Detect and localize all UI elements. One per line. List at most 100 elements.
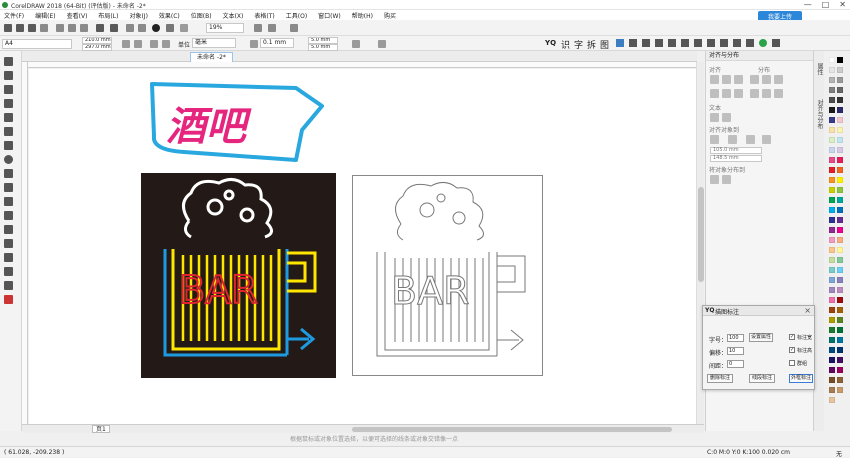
menu-table[interactable]: 表格(T) bbox=[254, 11, 274, 20]
plugin-image[interactable]: 图 bbox=[600, 38, 609, 51]
palette-swatch[interactable] bbox=[837, 157, 843, 163]
menu-object[interactable]: 对象(J) bbox=[129, 11, 147, 20]
page-size-select[interactable]: A4 bbox=[2, 39, 72, 49]
page-border-icon[interactable] bbox=[352, 40, 360, 48]
palette-swatch[interactable] bbox=[829, 107, 835, 113]
eyedropper-tool-icon[interactable] bbox=[4, 253, 13, 262]
grid-icon[interactable] bbox=[720, 39, 728, 47]
palette-swatch[interactable] bbox=[837, 267, 843, 273]
import-icon[interactable] bbox=[126, 24, 134, 32]
horizontal-scroll-thumb[interactable] bbox=[352, 427, 672, 432]
align-to-grid-button[interactable] bbox=[762, 135, 771, 144]
align-center-icon[interactable] bbox=[629, 39, 637, 47]
palette-swatch[interactable] bbox=[829, 57, 835, 63]
transparency-tool-icon[interactable] bbox=[4, 239, 13, 248]
current-page-icon[interactable] bbox=[162, 40, 170, 48]
print-icon[interactable] bbox=[40, 24, 48, 32]
palette-swatch[interactable] bbox=[837, 377, 843, 383]
neon-beer-artwork[interactable]: BAR bbox=[141, 173, 336, 378]
outline-pen-icon[interactable] bbox=[4, 295, 13, 304]
landscape-icon[interactable] bbox=[134, 40, 142, 48]
palette-swatch[interactable] bbox=[829, 77, 835, 83]
font-size-input[interactable]: 100 bbox=[727, 334, 744, 342]
parallel-dimension-icon[interactable] bbox=[4, 197, 13, 206]
open-icon[interactable] bbox=[16, 24, 24, 32]
smart-fill-icon[interactable] bbox=[4, 281, 13, 290]
palette-swatch[interactable] bbox=[837, 257, 843, 263]
side-tab-properties[interactable]: 属性 bbox=[815, 63, 824, 75]
freehand-tool-icon[interactable] bbox=[4, 113, 13, 122]
palette-swatch[interactable] bbox=[829, 397, 835, 403]
plugin-green-icon[interactable] bbox=[759, 39, 767, 47]
shape-tool-icon[interactable] bbox=[4, 71, 13, 80]
palette-swatch[interactable] bbox=[829, 287, 835, 293]
palette-swatch[interactable] bbox=[837, 307, 843, 313]
menu-tools[interactable]: 工具(O) bbox=[286, 11, 307, 20]
delete-dimension-button[interactable]: 删除标注 bbox=[707, 374, 733, 383]
palette-swatch[interactable] bbox=[829, 267, 835, 273]
align-right-button[interactable] bbox=[734, 75, 743, 84]
copy-icon[interactable] bbox=[68, 24, 76, 32]
palette-swatch[interactable] bbox=[837, 347, 843, 353]
palette-swatch[interactable] bbox=[829, 227, 835, 233]
distribute-left-button[interactable] bbox=[710, 89, 719, 98]
align-vcenter-button[interactable] bbox=[762, 75, 771, 84]
menu-bitmaps[interactable]: 位图(B) bbox=[191, 11, 212, 20]
yq-plugin-label[interactable]: YQ bbox=[545, 39, 556, 47]
pick-tool-icon[interactable] bbox=[4, 57, 13, 66]
palette-swatch[interactable] bbox=[829, 307, 835, 313]
palette-swatch[interactable] bbox=[829, 327, 835, 333]
plugin-text[interactable]: 字 bbox=[574, 38, 583, 51]
palette-swatch[interactable] bbox=[837, 277, 843, 283]
menu-text[interactable]: 文本(X) bbox=[223, 11, 244, 20]
units-select[interactable]: 毫米 bbox=[192, 38, 236, 48]
palette-swatch[interactable] bbox=[829, 337, 835, 343]
vertical-scroll-thumb[interactable] bbox=[698, 187, 704, 282]
align-middle-icon[interactable] bbox=[668, 39, 676, 47]
distribute-middle-button[interactable] bbox=[762, 89, 771, 98]
text-align-last-button[interactable] bbox=[722, 113, 731, 122]
palette-swatch[interactable] bbox=[829, 297, 835, 303]
align-hcenter-button[interactable] bbox=[722, 75, 731, 84]
distribute-to-page-button[interactable] bbox=[722, 175, 731, 184]
nudge-distance-input[interactable]: 0.1 mm bbox=[260, 38, 294, 48]
palette-swatch[interactable] bbox=[837, 317, 843, 323]
corel-connect-icon[interactable] bbox=[152, 24, 160, 32]
align-to-page-center-button[interactable] bbox=[746, 135, 755, 144]
distribute-bottom-button[interactable] bbox=[774, 89, 783, 98]
palette-swatch[interactable] bbox=[837, 77, 843, 83]
palette-swatch[interactable] bbox=[837, 167, 843, 173]
duplicate-x-input[interactable]: 5.0 mm bbox=[308, 37, 338, 44]
menu-buy[interactable]: 购买 bbox=[384, 11, 396, 20]
distribute-top-button[interactable] bbox=[750, 89, 759, 98]
align-guides-icon[interactable] bbox=[290, 24, 298, 32]
snap-to-icon[interactable] bbox=[254, 24, 262, 32]
offset-input[interactable]: 10 bbox=[727, 347, 744, 355]
portrait-icon[interactable] bbox=[122, 40, 130, 48]
palette-swatch[interactable] bbox=[829, 87, 835, 93]
align-left-button[interactable] bbox=[710, 75, 719, 84]
align-to-active-button[interactable] bbox=[710, 135, 719, 144]
palette-swatch[interactable] bbox=[837, 107, 843, 113]
palette-swatch[interactable] bbox=[837, 207, 843, 213]
frame-icon[interactable] bbox=[746, 39, 754, 47]
menu-layout[interactable]: 布局(L) bbox=[98, 11, 118, 20]
palette-swatch[interactable] bbox=[829, 377, 835, 383]
horizontal-ruler[interactable] bbox=[22, 62, 697, 68]
palette-swatch[interactable] bbox=[837, 57, 843, 63]
palette-swatch[interactable] bbox=[829, 277, 835, 283]
palette-swatch[interactable] bbox=[829, 247, 835, 253]
crop-tool-icon[interactable] bbox=[4, 85, 13, 94]
palette-swatch[interactable] bbox=[837, 197, 843, 203]
cut-icon[interactable] bbox=[56, 24, 64, 32]
menu-window[interactable]: 窗口(W) bbox=[318, 11, 341, 20]
ellipse-tool-icon[interactable] bbox=[4, 155, 13, 164]
palette-swatch[interactable] bbox=[829, 357, 835, 363]
align-bottom-button[interactable] bbox=[774, 75, 783, 84]
palette-swatch[interactable] bbox=[837, 127, 843, 133]
redo-icon[interactable] bbox=[110, 24, 118, 32]
group-checkbox[interactable] bbox=[789, 360, 795, 366]
palette-swatch[interactable] bbox=[829, 127, 835, 133]
options-gear-icon[interactable] bbox=[268, 24, 276, 32]
connector-tool-icon[interactable] bbox=[4, 211, 13, 220]
